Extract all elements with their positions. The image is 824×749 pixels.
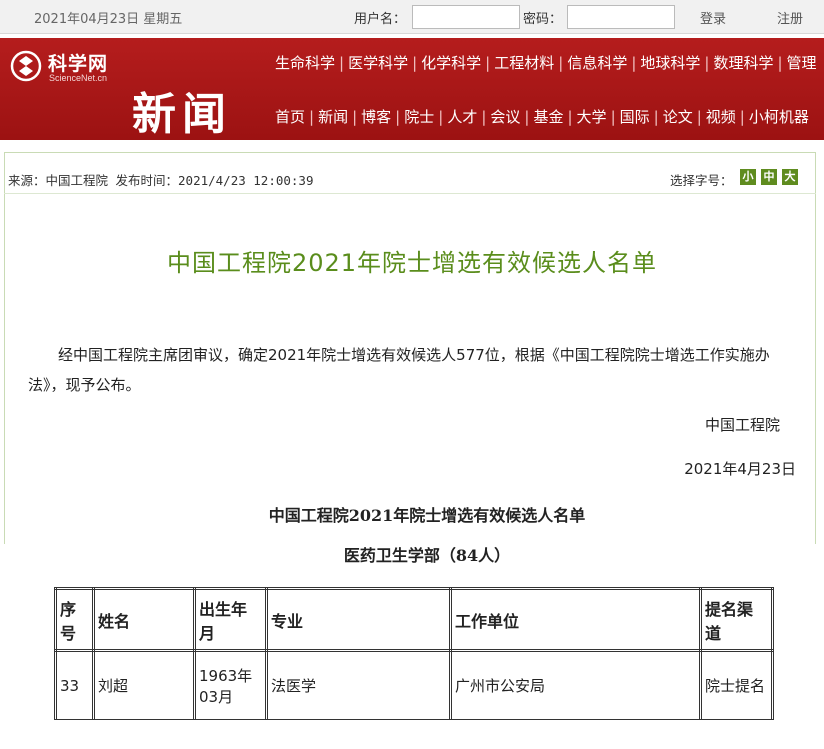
nav-separator: |	[631, 54, 637, 72]
main-nav-item[interactable]: 新闻	[318, 108, 348, 126]
page-bottom	[0, 720, 824, 749]
header-cell-birth: 出生年月	[193, 587, 268, 652]
main-nav-item[interactable]: 会议	[490, 108, 520, 126]
nav-separator: |	[309, 108, 315, 126]
nav-separator: |	[567, 108, 573, 126]
category-nav: 生命科学 | 医学科学 | 化学科学 | 工程材料 | 信息科学 | 地球科学 | 数理科学 | 管理	[275, 52, 817, 73]
category-nav-item[interactable]: 工程材料	[494, 54, 554, 72]
nav-separator: |	[481, 108, 487, 126]
article-title: 中国工程院2021年院士增选有效候选人名单	[166, 249, 658, 277]
header-cell-name: 姓名	[92, 587, 196, 652]
cell-channel: 院士提名	[699, 649, 774, 722]
nav-separator: |	[352, 108, 358, 126]
nav-separator: |	[558, 54, 564, 72]
nav-separator: |	[412, 54, 418, 72]
header-cell-index: 序号	[54, 587, 95, 652]
header-cell-channel: 提名渠道	[699, 587, 774, 652]
main-nav-item[interactable]: 大学	[577, 108, 607, 126]
current-date: 2021年04月23日 星期五	[34, 12, 183, 27]
category-nav-item[interactable]: 生命科学	[275, 54, 335, 72]
logo-mark-icon	[10, 50, 42, 82]
sciencenet-logo[interactable]: 科学网 ScienceNet.cn	[6, 46, 126, 86]
cell-birth: 1963年03月	[193, 649, 268, 722]
cell-major: 法医学	[265, 649, 452, 722]
cell-name: 刘超	[92, 649, 196, 722]
main-nav-item[interactable]: 视频	[706, 108, 736, 126]
table-header-row: 序号 姓名 出生年月 专业 工作单位 提名渠道	[54, 587, 774, 652]
category-nav-item[interactable]: 数理科学	[713, 54, 773, 72]
division-title: 医药卫生学部（84人）	[343, 546, 511, 565]
nav-separator: |	[653, 108, 659, 126]
category-nav-item[interactable]: 化学科学	[421, 54, 481, 72]
candidate-table: 序号 姓名 出生年月 专业 工作单位 提名渠道 33 刘超 1963年03月 法…	[54, 587, 774, 722]
article-meta: 来源：中国工程院 发布时间：2021/4/23 12:00:39	[8, 173, 314, 188]
login-link[interactable]: 登录	[700, 8, 726, 27]
register-link[interactable]: 注册	[777, 8, 803, 27]
nav-separator: |	[777, 54, 783, 72]
category-nav-item[interactable]: 医学科学	[348, 54, 408, 72]
header-cell-major: 专业	[265, 587, 452, 652]
nav-separator: |	[704, 54, 710, 72]
logo-name: 科学网	[48, 53, 109, 75]
cell-employer: 广州市公安局	[449, 649, 702, 722]
password-input[interactable]	[567, 5, 675, 29]
main-nav-item[interactable]: 人才	[447, 108, 477, 126]
logo-subtitle: ScienceNet.cn	[49, 73, 108, 83]
site-header: 科学网 ScienceNet.cn 新闻 生命科学 | 医学科学 | 化学科学 | 工程材料…	[0, 38, 824, 140]
article-date: 2021年4月23日	[684, 460, 796, 478]
article-paragraph: 经中国工程院主席团审议，确定2021年院士增选有效候选人577位，根据《中国工程…	[28, 346, 770, 394]
main-nav-item[interactable]: 首页	[275, 108, 305, 126]
section-title: 新闻	[132, 89, 232, 140]
nav-separator: |	[524, 108, 530, 126]
nav-separator: |	[485, 54, 491, 72]
main-nav-item[interactable]: 博客	[361, 108, 391, 126]
category-nav-item[interactable]: 地球科学	[640, 54, 700, 72]
main-nav: 首页 | 新闻 | 博客 | 院士 | 人才 | 会议 | 基金 | 大学 | 国际 | 论文 | 视频 | 小柯机器	[275, 106, 809, 127]
list-title: 中国工程院2021年院士增选有效候选人名单	[268, 506, 586, 525]
article-signature: 中国工程院	[704, 416, 780, 434]
font-size-small-button[interactable]: 小	[740, 169, 756, 185]
main-nav-item[interactable]: 国际	[620, 108, 650, 126]
main-nav-item[interactable]: 论文	[663, 108, 693, 126]
username-label: 用户名：	[354, 12, 407, 27]
category-nav-item[interactable]: 管理	[787, 54, 817, 72]
main-nav-item[interactable]: 小柯机器	[749, 108, 809, 126]
nav-separator: |	[438, 108, 444, 126]
font-size-label: 选择字号：	[670, 173, 733, 188]
category-nav-item[interactable]: 信息科学	[567, 54, 627, 72]
nav-separator: |	[339, 54, 345, 72]
username-input[interactable]	[412, 5, 520, 29]
cell-index: 33	[54, 649, 95, 722]
font-size-medium-button[interactable]: 中	[761, 169, 777, 185]
main-nav-item[interactable]: 院士	[404, 108, 434, 126]
password-label: 密码：	[523, 12, 563, 27]
font-size-large-button[interactable]: 大	[782, 169, 798, 185]
nav-separator: |	[696, 108, 702, 126]
nav-separator: |	[610, 108, 616, 126]
nav-separator: |	[395, 108, 401, 126]
top-login-bar: 2021年04月23日 星期五 用户名： 密码： 登录 注册	[0, 0, 824, 34]
main-nav-item[interactable]: 基金	[533, 108, 563, 126]
header-cell-employer: 工作单位	[449, 587, 702, 652]
nav-separator: |	[739, 108, 745, 126]
table-row: 33 刘超 1963年03月 法医学 广州市公安局 院士提名	[54, 649, 774, 722]
